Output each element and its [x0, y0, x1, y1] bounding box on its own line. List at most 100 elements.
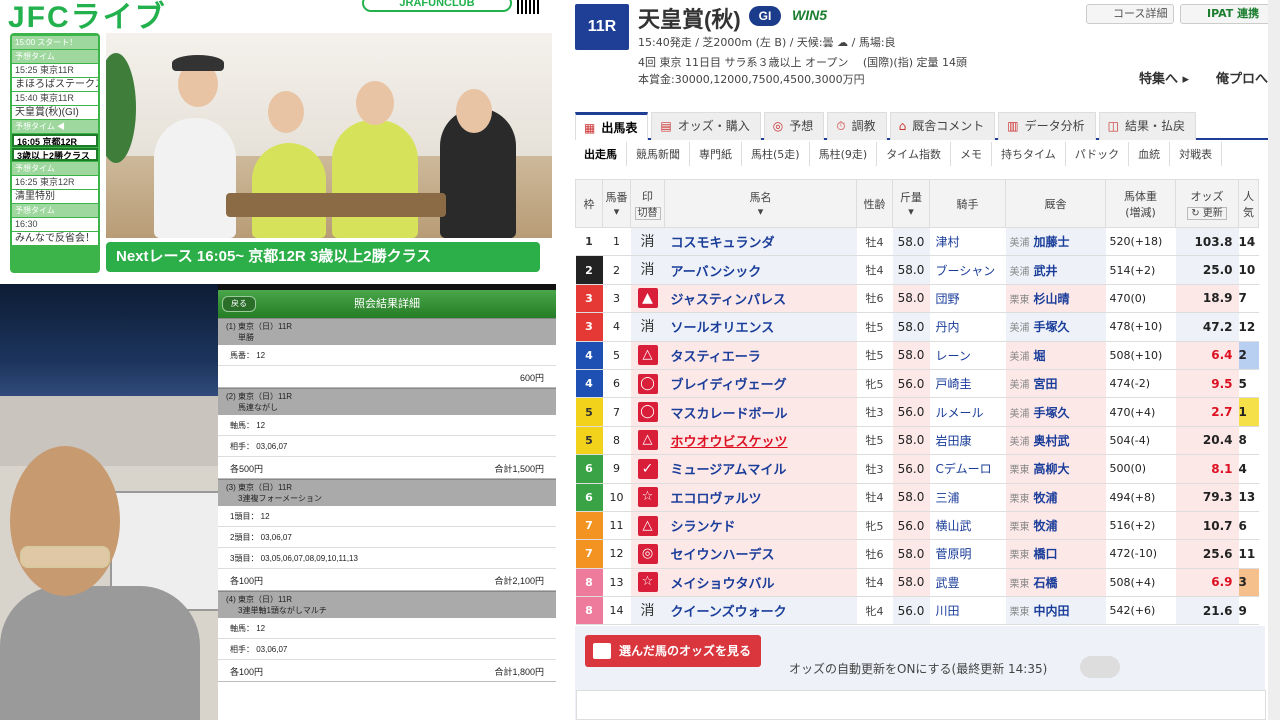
stable-cell[interactable]: 美浦 手塚久: [1005, 397, 1106, 427]
mark-cell[interactable]: ◯: [630, 369, 665, 399]
mark-toggle-button[interactable]: 切替: [634, 207, 661, 220]
col-mark[interactable]: 印切替: [630, 179, 665, 228]
jockey-link[interactable]: レーン: [929, 341, 1006, 370]
mark-cell[interactable]: 消: [630, 255, 665, 285]
jockey-link[interactable]: 菅原明: [929, 539, 1006, 569]
horse-name-link[interactable]: ジャスティンパレス: [664, 284, 857, 314]
popularity: 4: [1238, 454, 1259, 484]
horse-name-link[interactable]: ホウオウビスケッツ: [664, 426, 857, 456]
mark-cell[interactable]: ▲: [630, 284, 665, 314]
stable-cell[interactable]: 栗東 中内田: [1005, 596, 1106, 626]
col-bw[interactable]: 馬体重 (増減): [1105, 179, 1176, 228]
mark-cell[interactable]: 消: [630, 227, 665, 257]
tab-0[interactable]: ▦ 出馬表: [575, 112, 649, 140]
horse-name-link[interactable]: クイーンズウォーク: [664, 596, 857, 626]
jockey-link[interactable]: 津村: [929, 227, 1006, 257]
horse-name-link[interactable]: ソールオリエンス: [664, 312, 857, 342]
mark-cell[interactable]: △: [630, 511, 665, 541]
tab-4[interactable]: ⌂ 厩舎コメント: [889, 112, 996, 140]
tab-5[interactable]: ▥ データ分析: [998, 112, 1096, 140]
horse-name-link[interactable]: コスモキュランダ: [664, 227, 857, 257]
mark-cell[interactable]: 消: [630, 596, 665, 626]
jockey-link[interactable]: ルメール: [929, 397, 1006, 427]
jockey-link[interactable]: 武豊: [929, 568, 1006, 598]
stable-cell[interactable]: 栗東 牧浦: [1005, 511, 1106, 541]
tab-3[interactable]: ⏱ 調教: [827, 112, 887, 140]
horse-name-link[interactable]: エコロヴァルツ: [664, 483, 857, 512]
jockey-link[interactable]: 三浦: [929, 483, 1006, 512]
stable-cell[interactable]: 美浦 武井: [1005, 255, 1106, 285]
tab-1[interactable]: ▤ オッズ・購入: [651, 112, 761, 140]
stable-cell[interactable]: 栗東 高柳大: [1005, 454, 1106, 484]
mark-cell[interactable]: 消: [630, 312, 665, 342]
stable-cell[interactable]: 美浦 手塚久: [1005, 312, 1106, 342]
weight: 56.0: [892, 454, 930, 484]
stable-cell[interactable]: 栗東 杉山晴: [1005, 284, 1106, 314]
horse-name-link[interactable]: ミュージアムマイル: [664, 454, 857, 484]
waku-cell: 2: [575, 255, 603, 285]
stable-cell[interactable]: 栗東 石橋: [1005, 568, 1106, 598]
stable-cell[interactable]: 美浦 宮田: [1005, 369, 1106, 399]
stable-cell[interactable]: 美浦堀: [1005, 341, 1106, 370]
stable-cell[interactable]: 美浦 加藤士: [1005, 227, 1106, 257]
mark-cell[interactable]: △: [630, 426, 665, 456]
subtab-9[interactable]: 血統: [1129, 142, 1171, 166]
mark-icon: 消: [640, 262, 655, 279]
course-detail-button[interactable]: コース詳細: [1086, 4, 1174, 24]
stable-cell[interactable]: 栗東 橋口: [1005, 539, 1106, 569]
horse-name-link[interactable]: セイウンハーデス: [664, 539, 857, 569]
stable-cell[interactable]: 美浦 奥村武: [1005, 426, 1106, 456]
jockey-link[interactable]: 丹内: [929, 312, 1006, 342]
subtab-2[interactable]: 専門紙: [690, 142, 742, 166]
subtab-7[interactable]: 持ちタイム: [992, 142, 1066, 166]
subtab-3[interactable]: 馬柱(5走): [742, 142, 810, 166]
mark-cell[interactable]: ☆: [630, 483, 665, 512]
mark-cell[interactable]: ◯: [630, 397, 665, 427]
selected-odds-button[interactable]: 選んだ馬のオッズを見る: [585, 635, 761, 667]
horse-name-link[interactable]: ブレイディヴェーグ: [664, 369, 857, 399]
jockey-link[interactable]: Cデムーロ: [929, 454, 1006, 484]
mark-icon: △: [637, 430, 658, 451]
subtab-1[interactable]: 競馬新聞: [627, 142, 690, 166]
jockey-link[interactable]: 川田: [929, 596, 1006, 626]
col-odds[interactable]: オッズ ↻ 更新: [1175, 179, 1239, 228]
mark-cell[interactable]: △: [630, 341, 665, 370]
mark-cell[interactable]: ✓: [630, 454, 665, 484]
subtab-8[interactable]: パドック: [1066, 142, 1130, 166]
horse-name-link[interactable]: マスカレードボール: [664, 397, 857, 427]
back-button[interactable]: 戻る: [222, 296, 256, 312]
waku-cell: 8: [575, 568, 603, 598]
jockey-link[interactable]: 団野: [929, 284, 1006, 314]
horse-name-link[interactable]: シランケド: [664, 511, 857, 541]
horse-name-link[interactable]: タスティエーラ: [664, 341, 857, 370]
horse-name-link[interactable]: アーバンシック: [664, 255, 857, 285]
col-name[interactable]: 馬名 ▾: [664, 179, 857, 228]
feature-link[interactable]: 特集へ ▸: [1139, 68, 1189, 87]
refresh-button[interactable]: ↻ 更新: [1187, 207, 1227, 220]
odds-value: 9.5: [1175, 369, 1239, 399]
col-wt[interactable]: 斤量 ▾: [892, 179, 930, 228]
auto-update-toggle[interactable]: [1080, 656, 1120, 678]
stable-name: 奥村武: [1033, 433, 1070, 448]
subtab-6[interactable]: メモ: [951, 142, 992, 166]
mark-cell[interactable]: ◎: [630, 539, 665, 569]
jockey-link[interactable]: 岩田康: [929, 426, 1006, 456]
jockey-link[interactable]: 横山武: [929, 511, 1006, 541]
mark-cell[interactable]: ☆: [630, 568, 665, 598]
jockey-link[interactable]: ブーシャン: [929, 255, 1006, 285]
subtab-10[interactable]: 対戦表: [1170, 142, 1223, 166]
tab-2[interactable]: ◎ 予想: [763, 112, 825, 140]
stable-name: 石橋: [1033, 575, 1058, 590]
subtab-5[interactable]: タイム指数: [877, 142, 951, 166]
weight: 58.0: [892, 255, 930, 285]
jockey-link[interactable]: 戸崎圭: [929, 369, 1006, 399]
horse-name-link[interactable]: メイショウタバル: [664, 568, 857, 598]
ipat-button[interactable]: IPAT 連携: [1180, 4, 1280, 24]
col-uma[interactable]: 馬番 ▾: [602, 179, 631, 228]
schedule-item: 3歳以上2勝クラス: [12, 148, 98, 161]
stable-cell[interactable]: 栗東 牧浦: [1005, 483, 1106, 512]
tab-6[interactable]: ◫ 結果・払戻: [1098, 112, 1196, 140]
scrollbar[interactable]: [1268, 0, 1280, 720]
subtab-0[interactable]: 出走馬: [575, 142, 627, 166]
subtab-4[interactable]: 馬柱(9走): [810, 142, 878, 166]
